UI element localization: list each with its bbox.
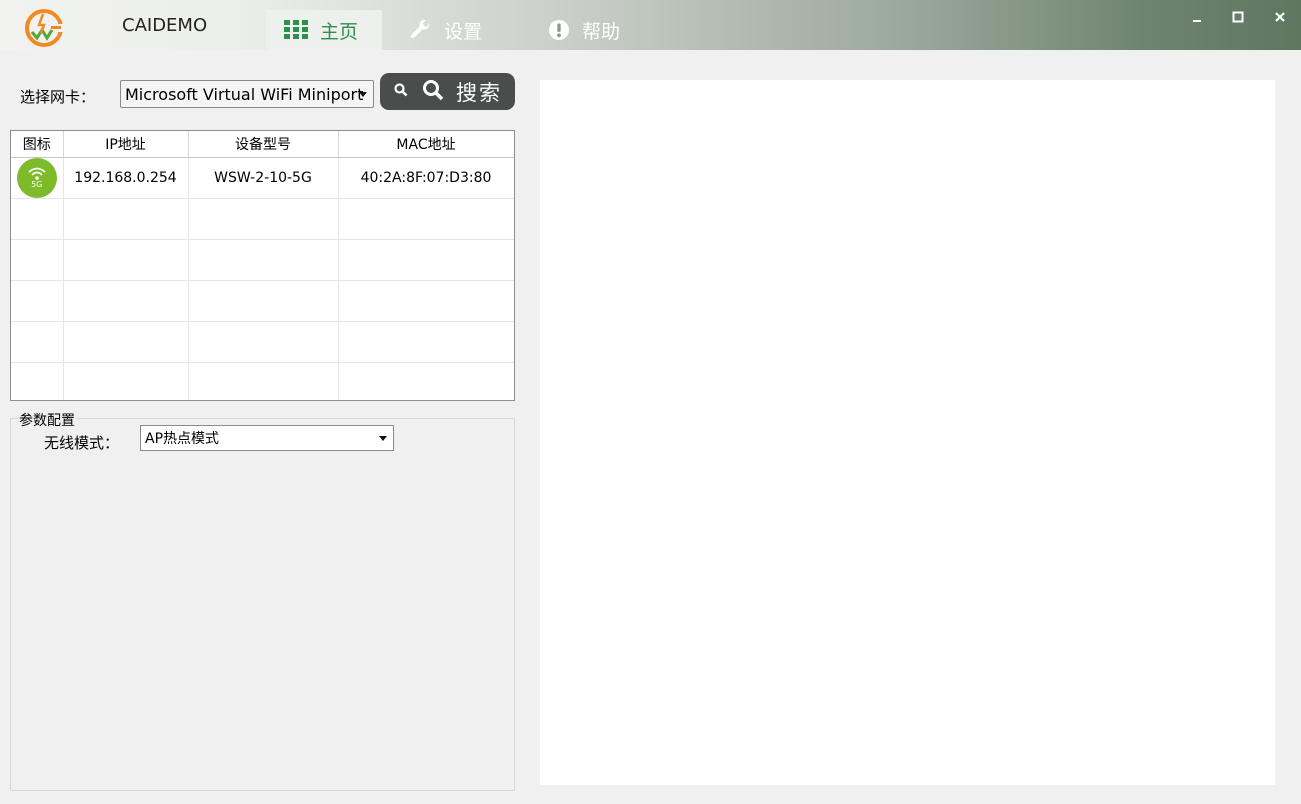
empty-cell [63, 280, 189, 322]
search-small-icon [394, 82, 408, 101]
exclamation-circle-icon [548, 19, 570, 41]
empty-cell [63, 198, 189, 240]
wifi-5g-label: 5G [31, 179, 43, 189]
empty-cell [63, 239, 189, 281]
app-title: CAIDEMO [122, 15, 208, 36]
col-header-ip[interactable]: IP地址 [63, 131, 189, 158]
nic-label: 选择网卡： [20, 88, 96, 106]
tab-home[interactable]: 主页 [266, 10, 382, 50]
table-row-empty[interactable] [11, 321, 514, 363]
table-row-empty[interactable] [11, 239, 514, 281]
table-row[interactable]: 5G 192.168.0.254 WSW-2-10-5G 40:2A:8F:07… [11, 157, 514, 199]
wireless-mode-label: 无线模式： [44, 434, 120, 452]
tab-home-label: 主页 [320, 20, 359, 43]
nic-select[interactable]: Microsoft Virtual WiFi Miniport [120, 80, 374, 108]
tab-help[interactable]: 帮助 [548, 10, 658, 50]
empty-cell [338, 321, 514, 363]
empty-cell [338, 362, 514, 400]
table-row-empty[interactable] [11, 198, 514, 240]
search-icon [422, 79, 444, 105]
maximize-icon [1232, 11, 1244, 23]
empty-cell [188, 198, 339, 240]
table-row-empty[interactable] [11, 362, 514, 400]
chevron-down-icon [379, 436, 387, 441]
tab-help-label: 帮助 [582, 20, 621, 43]
param-config-group [10, 418, 515, 791]
device-model: WSW-2-10-5G [188, 157, 339, 199]
device-table[interactable]: 图标 IP地址 设备型号 MAC地址 5G 192.168.0.254 WSW-… [10, 130, 515, 401]
empty-cell [338, 239, 514, 281]
maximize-button[interactable] [1227, 6, 1249, 28]
param-config-title: 参数配置 [18, 410, 76, 430]
minimize-icon [1193, 20, 1201, 22]
minimize-button[interactable] [1186, 6, 1208, 28]
col-header-icon[interactable]: 图标 [11, 131, 64, 158]
search-button-label: 搜索 [456, 80, 502, 105]
empty-cell [188, 362, 339, 400]
col-header-model[interactable]: 设备型号 [188, 131, 339, 158]
content-panel [540, 80, 1275, 785]
empty-cell [11, 321, 64, 363]
tab-settings-label: 设置 [444, 20, 483, 43]
empty-cell [63, 321, 189, 363]
table-header: 图标 IP地址 设备型号 MAC地址 [11, 131, 514, 158]
grid-icon [284, 20, 308, 40]
tab-settings[interactable]: 设置 [408, 10, 518, 50]
wifi-5g-icon: 5G [16, 157, 57, 198]
search-button[interactable]: 搜索 [380, 73, 515, 110]
col-header-mac[interactable]: MAC地址 [338, 131, 514, 158]
app-logo-icon [24, 8, 66, 48]
chevron-down-icon [359, 92, 367, 97]
table-row-empty[interactable] [11, 280, 514, 322]
device-mac: 40:2A:8F:07:D3:80 [338, 157, 514, 199]
wrench-icon [408, 18, 432, 42]
empty-cell [188, 280, 339, 322]
nic-select-value: Microsoft Virtual WiFi Miniport [125, 84, 364, 104]
empty-cell [188, 321, 339, 363]
empty-cell [338, 280, 514, 322]
empty-cell [11, 198, 64, 240]
empty-cell [63, 362, 189, 400]
wireless-mode-select[interactable]: AP热点模式 [140, 425, 394, 451]
close-icon [1275, 12, 1285, 22]
close-button[interactable] [1269, 6, 1291, 28]
title-bar: CAIDEMO 主页 设置 帮助 [0, 0, 1301, 50]
device-ip: 192.168.0.254 [63, 157, 189, 199]
empty-cell [11, 280, 64, 322]
empty-cell [338, 198, 514, 240]
empty-cell [11, 239, 64, 281]
empty-cell [11, 362, 64, 400]
wireless-mode-value: AP热点模式 [145, 431, 220, 447]
empty-cell [188, 239, 339, 281]
device-icon-cell: 5G [11, 157, 64, 199]
